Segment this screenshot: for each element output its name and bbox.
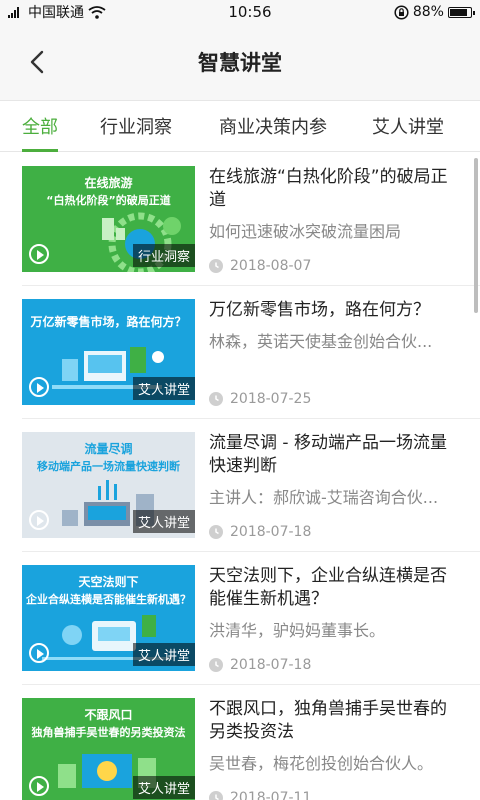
battery-percent: 88%	[412, 4, 444, 20]
thumbnail[interactable]: 在线旅游 “白热化阶段”的破局正道 行业洞察	[22, 166, 195, 272]
item-subtitle: 林森，英诺天使基金创始合伙...	[209, 332, 433, 351]
item-subtitle: 吴世春，梅花创投创始合伙人。	[209, 754, 434, 773]
thumbnail-title: 天空法则下	[78, 575, 139, 589]
thumbnail-subtitle: 企业合纵连横是否能催生新机遇？	[26, 593, 191, 606]
back-button[interactable]	[22, 47, 52, 77]
play-icon[interactable]	[29, 643, 49, 663]
item-info: 万亿新零售市场，路在何方？ 林森，英诺天使基金创始合伙... 2018-07-2…	[209, 299, 480, 407]
wifi-icon	[88, 5, 106, 19]
thumbnail[interactable]: 不跟风口 独角兽捕手吴世春的另类投资法 艾人讲堂	[22, 698, 195, 800]
category-tag: 艾人讲堂	[132, 776, 195, 799]
item-title[interactable]: 万亿新零售市场，路在何方？	[209, 299, 458, 322]
item-subtitle: 主讲人：郝欣诚-艾瑞咨询合伙...	[209, 488, 439, 507]
battery-icon	[447, 6, 475, 18]
clock-icon	[209, 658, 223, 672]
lock-rotation-icon	[394, 4, 409, 20]
thumbnail-title: 不跟风口	[84, 708, 133, 722]
app-header: 智慧讲堂	[0, 24, 480, 100]
status-bar: 中国联通 10:56 88%	[0, 0, 480, 24]
item-title[interactable]: 天空法则下，企业合纵连横是否能催生新机遇？	[209, 565, 458, 611]
tab-industry-insight[interactable]: 行业洞察	[100, 101, 172, 151]
thumbnail-subtitle: 独角兽捕手吴世春的另类投资法	[31, 726, 186, 739]
item-info: 不跟风口，独角兽捕手吴世春的另类投资法 吴世春，梅花创投创始合伙人。 2018-…	[209, 698, 480, 800]
play-icon[interactable]	[29, 377, 49, 397]
item-date: 2018-08-07	[230, 258, 312, 274]
tab-business-decision[interactable]: 商业决策内参	[219, 101, 327, 151]
item-info: 在线旅游“白热化阶段”的破局正道 如何迅速破冰突破流量困局 2018-08-07	[209, 166, 480, 274]
signal-icon	[8, 7, 19, 18]
category-tag: 艾人讲堂	[132, 377, 195, 400]
clock-icon	[209, 392, 223, 406]
item-info: 天空法则下，企业合纵连横是否能催生新机遇？ 洪清华，驴妈妈董事长。 2018-0…	[209, 565, 480, 673]
item-subtitle: 如何迅速破冰突破流量困局	[209, 222, 402, 241]
item-info: 流量尽调 - 移动端产品一场流量快速判断 主讲人：郝欣诚-艾瑞咨询合伙... 2…	[209, 432, 480, 540]
item-date: 2018-07-11	[230, 790, 312, 800]
list-item[interactable]: 天空法则下 企业合纵连横是否能催生新机遇？ 艾人讲堂 天空法则下，企业合纵连横是…	[0, 552, 480, 685]
list-item[interactable]: 在线旅游 “白热化阶段”的破局正道 行业洞察 在线旅游“白热化阶段”的破局正道 …	[0, 153, 480, 286]
page-title: 智慧讲堂	[198, 51, 282, 75]
category-tag: 行业洞察	[132, 244, 195, 267]
play-icon[interactable]	[29, 510, 49, 530]
list-item[interactable]: 万亿新零售市场，路在何方？ 艾人讲堂 万亿新零售市场，路在何方？ 林森，英诺天使…	[0, 286, 480, 419]
item-date: 2018-07-25	[230, 391, 312, 407]
clock-icon	[209, 525, 223, 539]
thumbnail-subtitle: 移动端产品一场流量快速判断	[37, 460, 180, 473]
list-item[interactable]: 不跟风口 独角兽捕手吴世春的另类投资法 艾人讲堂 不跟风口，独角兽捕手吴世春的另…	[0, 685, 480, 800]
chevron-left-icon	[30, 50, 44, 74]
item-meta: 2018-07-18	[209, 524, 311, 540]
item-title[interactable]: 流量尽调 - 移动端产品一场流量快速判断	[209, 432, 458, 478]
lecture-list: 在线旅游 “白热化阶段”的破局正道 行业洞察 在线旅游“白热化阶段”的破局正道 …	[0, 153, 480, 800]
clock-icon	[209, 791, 223, 800]
item-subtitle: 洪清华，驴妈妈董事长。	[209, 621, 386, 640]
clock-icon	[209, 259, 223, 273]
tab-bar: 全部 行业洞察 商业决策内参 艾人讲堂	[0, 100, 480, 152]
category-tag: 艾人讲堂	[132, 510, 195, 533]
tab-all[interactable]: 全部	[22, 101, 58, 152]
thumbnail-title: 在线旅游	[84, 176, 133, 190]
play-icon[interactable]	[29, 776, 49, 796]
list-item[interactable]: 流量尽调 移动端产品一场流量快速判断 艾人讲堂 流量尽调 - 移动端产品一场流量…	[0, 419, 480, 552]
item-date: 2018-07-18	[230, 657, 312, 673]
tab-ai-lecture[interactable]: 艾人讲堂	[372, 101, 444, 151]
status-time: 10:56	[228, 3, 272, 21]
item-meta: 2018-07-18	[209, 657, 311, 673]
carrier-label: 中国联通	[28, 5, 84, 21]
status-left: 中国联通	[8, 2, 106, 22]
thumbnail-title: 万亿新零售市场，路在何方？	[30, 315, 187, 329]
item-meta: 2018-07-11	[209, 790, 311, 800]
item-title[interactable]: 在线旅游“白热化阶段”的破局正道	[209, 166, 458, 212]
item-title[interactable]: 不跟风口，独角兽捕手吴世春的另类投资法	[209, 698, 458, 744]
category-tag: 艾人讲堂	[132, 643, 195, 666]
thumbnail[interactable]: 万亿新零售市场，路在何方？ 艾人讲堂	[22, 299, 195, 405]
play-icon[interactable]	[29, 244, 49, 264]
item-date: 2018-07-18	[230, 524, 312, 540]
item-meta: 2018-08-07	[209, 258, 311, 274]
thumbnail-title: 流量尽调	[84, 442, 133, 456]
item-meta: 2018-07-25	[209, 391, 311, 407]
thumbnail[interactable]: 天空法则下 企业合纵连横是否能催生新机遇？ 艾人讲堂	[22, 565, 195, 671]
thumbnail[interactable]: 流量尽调 移动端产品一场流量快速判断 艾人讲堂	[22, 432, 195, 538]
list-scrollbar[interactable]	[474, 158, 478, 313]
thumbnail-subtitle: “白热化阶段”的破局正道	[46, 194, 171, 207]
status-right: 88%	[394, 4, 475, 20]
